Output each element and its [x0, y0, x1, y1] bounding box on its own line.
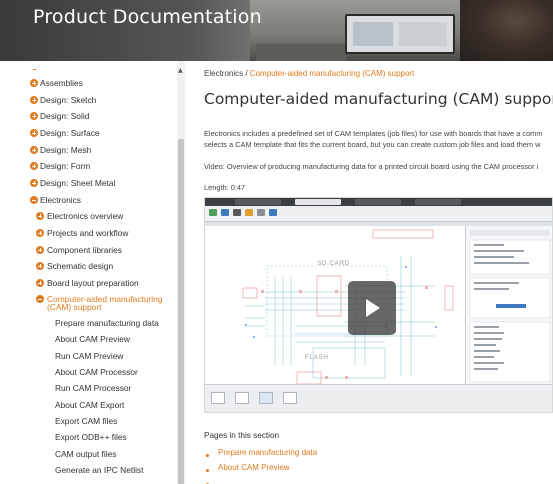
sidebar-item-run-cam-processor[interactable]: Run CAM Processor — [55, 383, 131, 394]
sidebar-item-electronics-overview[interactable]: Electronics overview — [47, 211, 123, 222]
sidebar-item-cam-output-files[interactable]: CAM output files — [55, 449, 116, 460]
expand-icon[interactable] — [36, 279, 44, 287]
breadcrumb-current[interactable]: Computer-aided manufacturing (CAM) suppo… — [250, 69, 415, 78]
sidebar-item-electronics[interactable]: Electronics — [40, 195, 81, 206]
video-length: Length: 0:47 — [204, 183, 246, 192]
video-app-titlebar — [205, 198, 552, 206]
sidebar-item-export-odb-files[interactable]: Export ODB++ files — [55, 432, 127, 443]
breadcrumb-root[interactable]: Electronics — [204, 69, 243, 78]
collapse-icon[interactable] — [36, 295, 44, 303]
banner-photo-screen-right — [399, 22, 447, 46]
video-app-tab — [415, 199, 461, 205]
expand-icon[interactable] — [30, 146, 38, 154]
video-toolbar-icon — [245, 209, 253, 216]
sidebar-item-assemblies[interactable]: Assemblies — [40, 78, 83, 89]
expand-icon[interactable] — [30, 96, 38, 104]
video-app-tab — [355, 199, 401, 205]
sidebar-item-component-libraries[interactable]: Component libraries — [47, 245, 122, 256]
section-link-about-cam-preview[interactable]: About CAM Preview — [218, 463, 290, 472]
video-schematic-canvas: SD CARD FLASH — [205, 226, 465, 385]
sidebar-item-schematic-design[interactable]: Schematic design — [47, 261, 113, 272]
expand-icon[interactable] — [30, 179, 38, 187]
banner-title[interactable]: Product Documentation — [33, 6, 262, 28]
sidebar-item-run-cam-preview[interactable]: Run CAM Preview — [55, 351, 123, 362]
inspector-panel-drawing — [469, 230, 551, 383]
video-caption: Video: Overview of producing manufacturi… — [204, 162, 539, 171]
video-toolbar-icon — [257, 209, 265, 216]
scroll-up-arrow-icon[interactable]: ▲ — [178, 67, 183, 74]
expand-icon[interactable] — [30, 79, 38, 87]
expand-icon[interactable] — [36, 246, 44, 254]
play-icon[interactable] — [348, 281, 396, 335]
sidebar-item-design-form[interactable]: Design: Form — [40, 161, 90, 172]
schematic-label-flash: FLASH — [305, 354, 329, 361]
expand-icon[interactable] — [30, 162, 38, 170]
sidebar-scrollbar-thumb[interactable] — [178, 139, 184, 484]
video-player[interactable]: SD CARD FLASH — [204, 197, 553, 413]
sidebar-item-cam-support-line2[interactable]: (CAM) support — [47, 302, 101, 313]
sidebar-item-design-surface[interactable]: Design: Surface — [40, 128, 100, 139]
truncated-item-marker — [33, 69, 36, 70]
video-toolbar-icon — [221, 209, 229, 216]
section-link-prepare-manufacturing-data[interactable]: Prepare manufacturing data — [218, 448, 317, 457]
video-app-tab-active — [295, 199, 341, 205]
expand-icon[interactable] — [30, 112, 38, 120]
header-banner: Product Documentation — [0, 0, 553, 61]
sidebar-item-export-cam-files[interactable]: Export CAM files — [55, 416, 117, 427]
bullet-icon — [206, 454, 209, 457]
schematic-label-sdcard: SD CARD — [317, 260, 350, 267]
breadcrumb-separator: / — [243, 69, 250, 78]
sidebar-item-design-mesh[interactable]: Design: Mesh — [40, 145, 91, 156]
video-app-tab — [235, 199, 281, 205]
schematic-drawing — [242, 229, 454, 385]
intro-text-line1: Electronics includes a predefined set of… — [204, 129, 543, 138]
banner-photo-screen-left — [353, 22, 393, 46]
expand-icon[interactable] — [30, 129, 38, 137]
sidebar-item-projects-and-workflow[interactable]: Projects and workflow — [47, 228, 128, 239]
page-title: Computer-aided manufacturing (CAM) suppo… — [204, 90, 553, 108]
sidebar-item-prepare-manufacturing-data[interactable]: Prepare manufacturing data — [55, 318, 159, 329]
page-root: Product Documentation Assemblies Design:… — [0, 0, 553, 484]
video-toolbar-icon — [269, 209, 277, 216]
collapse-icon[interactable] — [30, 196, 38, 204]
video-thumbnail — [259, 392, 273, 404]
expand-icon[interactable] — [36, 212, 44, 220]
sidebar-item-about-cam-preview[interactable]: About CAM Preview — [55, 334, 130, 345]
sidebar-item-about-cam-processor[interactable]: About CAM Processor — [55, 367, 138, 378]
sidebar-item-about-cam-export[interactable]: About CAM Export — [55, 400, 124, 411]
video-thumbnail — [211, 392, 225, 404]
video-thumbnail — [235, 392, 249, 404]
video-toolbar-icon — [209, 209, 217, 216]
sidebar-nav: Assemblies Design: Sketch Design: Solid … — [0, 61, 186, 484]
bullet-icon — [206, 469, 209, 472]
video-app-bottom-panel — [205, 384, 552, 412]
video-app-inspector-panel — [465, 226, 552, 384]
video-thumbnail — [283, 392, 297, 404]
banner-photo-shelf — [256, 44, 346, 61]
sidebar-item-generate-ipc-netlist[interactable]: Generate an IPC Netlist — [55, 465, 143, 476]
expand-icon[interactable] — [36, 262, 44, 270]
expand-icon[interactable] — [36, 229, 44, 237]
sidebar-item-design-sheet-metal[interactable]: Design: Sheet Metal — [40, 178, 115, 189]
banner-photo-person — [460, 0, 553, 61]
sidebar-item-board-layout-preparation[interactable]: Board layout preparation — [47, 278, 139, 289]
section-heading: Pages in this section — [204, 431, 280, 440]
breadcrumb: Electronics / Computer-aided manufacturi… — [204, 69, 414, 78]
banner-photo-monitor — [345, 14, 455, 54]
sidebar-item-design-sketch[interactable]: Design: Sketch — [40, 95, 96, 106]
sidebar-item-design-solid[interactable]: Design: Solid — [40, 111, 89, 122]
intro-text-line2: selects a CAM template that fits the cur… — [204, 140, 541, 149]
video-toolbar-icon — [233, 209, 241, 216]
